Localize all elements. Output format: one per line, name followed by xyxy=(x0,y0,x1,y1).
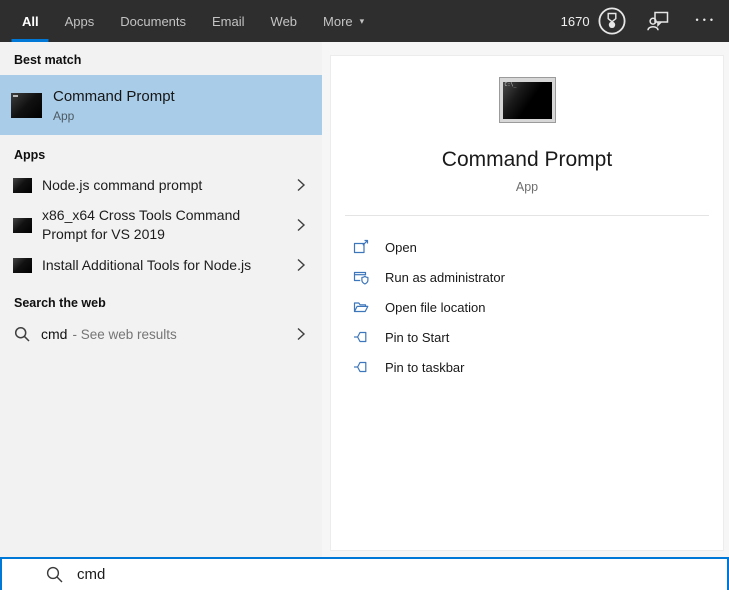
tab-more-label: More xyxy=(323,13,353,29)
tab-email[interactable]: Email xyxy=(212,0,245,42)
preview-panel-area: C:\_ Command Prompt App Open Run as admi… xyxy=(322,42,729,557)
action-label: Pin to taskbar xyxy=(385,359,465,375)
chevron-right-icon[interactable] xyxy=(296,178,306,192)
terminal-app-icon xyxy=(13,217,32,233)
best-match-subtitle: App xyxy=(53,109,75,123)
action-pin-to-taskbar[interactable]: Pin to taskbar xyxy=(331,352,723,382)
preview-app-subtitle: App xyxy=(515,180,539,194)
preview-card: C:\_ Command Prompt App Open Run as admi… xyxy=(330,55,724,551)
action-run-as-administrator[interactable]: Run as administrator xyxy=(331,262,723,292)
open-window-icon xyxy=(353,239,369,255)
command-prompt-icon-large: C:\_ xyxy=(498,77,556,123)
chevron-right-icon[interactable] xyxy=(296,327,306,341)
list-item-label: x86_x64 Cross Tools Command Prompt for V… xyxy=(42,207,241,242)
action-label: Pin to Start xyxy=(385,329,450,345)
list-item-label: Install Additional Tools for Node.js xyxy=(42,256,252,273)
action-label: Run as administrator xyxy=(385,269,505,285)
search-bar[interactable] xyxy=(0,557,729,590)
chevron-down-icon: ▾ xyxy=(359,15,365,26)
web-query-hint: - See web results xyxy=(72,326,177,342)
tab-all[interactable]: All xyxy=(22,0,39,42)
terminal-screen: C:\_ xyxy=(502,82,552,119)
preview-app-title: Command Prompt xyxy=(441,148,613,171)
rewards-medal-icon[interactable] xyxy=(597,6,627,36)
chevron-right-icon[interactable] xyxy=(296,258,306,272)
rewards-points: 1670 xyxy=(560,13,590,29)
action-pin-to-start[interactable]: Pin to Start xyxy=(331,322,723,352)
search-the-web-header: Search the web xyxy=(14,296,106,310)
results-list-panel: Best match Command Prompt App Apps Node.… xyxy=(0,42,322,557)
search-results-body: Best match Command Prompt App Apps Node.… xyxy=(0,42,729,557)
best-match-header: Best match xyxy=(14,53,82,67)
list-item-nodejs-command-prompt[interactable]: Node.js command prompt xyxy=(0,168,322,202)
list-item-install-additional-tools[interactable]: Install Additional Tools for Node.js xyxy=(0,248,322,282)
best-match-item[interactable]: Command Prompt App xyxy=(0,75,322,135)
best-match-title: Command Prompt xyxy=(53,88,175,105)
action-open-file-location[interactable]: Open file location xyxy=(331,292,723,322)
header-right-controls: 1670 ••• xyxy=(561,0,729,42)
tab-apps[interactable]: Apps xyxy=(65,0,95,42)
chevron-right-icon[interactable] xyxy=(296,218,306,232)
search-icon xyxy=(14,326,30,342)
windows-search-flyout: All Apps Documents Email Web More ▾ 1670 xyxy=(0,0,729,590)
terminal-prompt-text: C:\_ xyxy=(504,82,517,88)
search-icon xyxy=(46,566,63,583)
terminal-app-icon xyxy=(13,177,32,193)
apps-section-header: Apps xyxy=(14,148,46,162)
action-label: Open file location xyxy=(385,299,486,315)
terminal-app-icon xyxy=(13,257,32,273)
search-input[interactable] xyxy=(77,559,727,590)
action-open[interactable]: Open xyxy=(331,232,723,262)
feedback-icon[interactable] xyxy=(646,11,669,31)
best-match-text: Command Prompt App xyxy=(53,87,175,123)
tab-documents[interactable]: Documents xyxy=(120,0,186,42)
pin-icon xyxy=(353,359,369,375)
web-query-text: cmd xyxy=(41,326,68,342)
tab-more[interactable]: More ▾ xyxy=(323,0,364,42)
context-actions-list: Open Run as administrator Open file loca… xyxy=(331,216,723,382)
list-item-label: Node.js command prompt xyxy=(42,176,203,193)
command-prompt-icon xyxy=(11,92,42,118)
more-options-icon[interactable]: ••• xyxy=(696,15,717,27)
list-item-web-search-cmd[interactable]: cmd - See web results xyxy=(0,316,322,352)
search-header: All Apps Documents Email Web More ▾ 1670 xyxy=(0,0,729,42)
pin-icon xyxy=(353,329,369,345)
list-item-x86-x64-cross-tools[interactable]: x86_x64 Cross Tools Command Prompt for V… xyxy=(0,202,322,248)
folder-open-icon xyxy=(353,299,369,315)
search-filter-tabs: All Apps Documents Email Web More ▾ xyxy=(0,0,364,42)
admin-shield-icon xyxy=(353,269,369,285)
action-label: Open xyxy=(385,239,417,255)
tab-web[interactable]: Web xyxy=(271,0,298,42)
